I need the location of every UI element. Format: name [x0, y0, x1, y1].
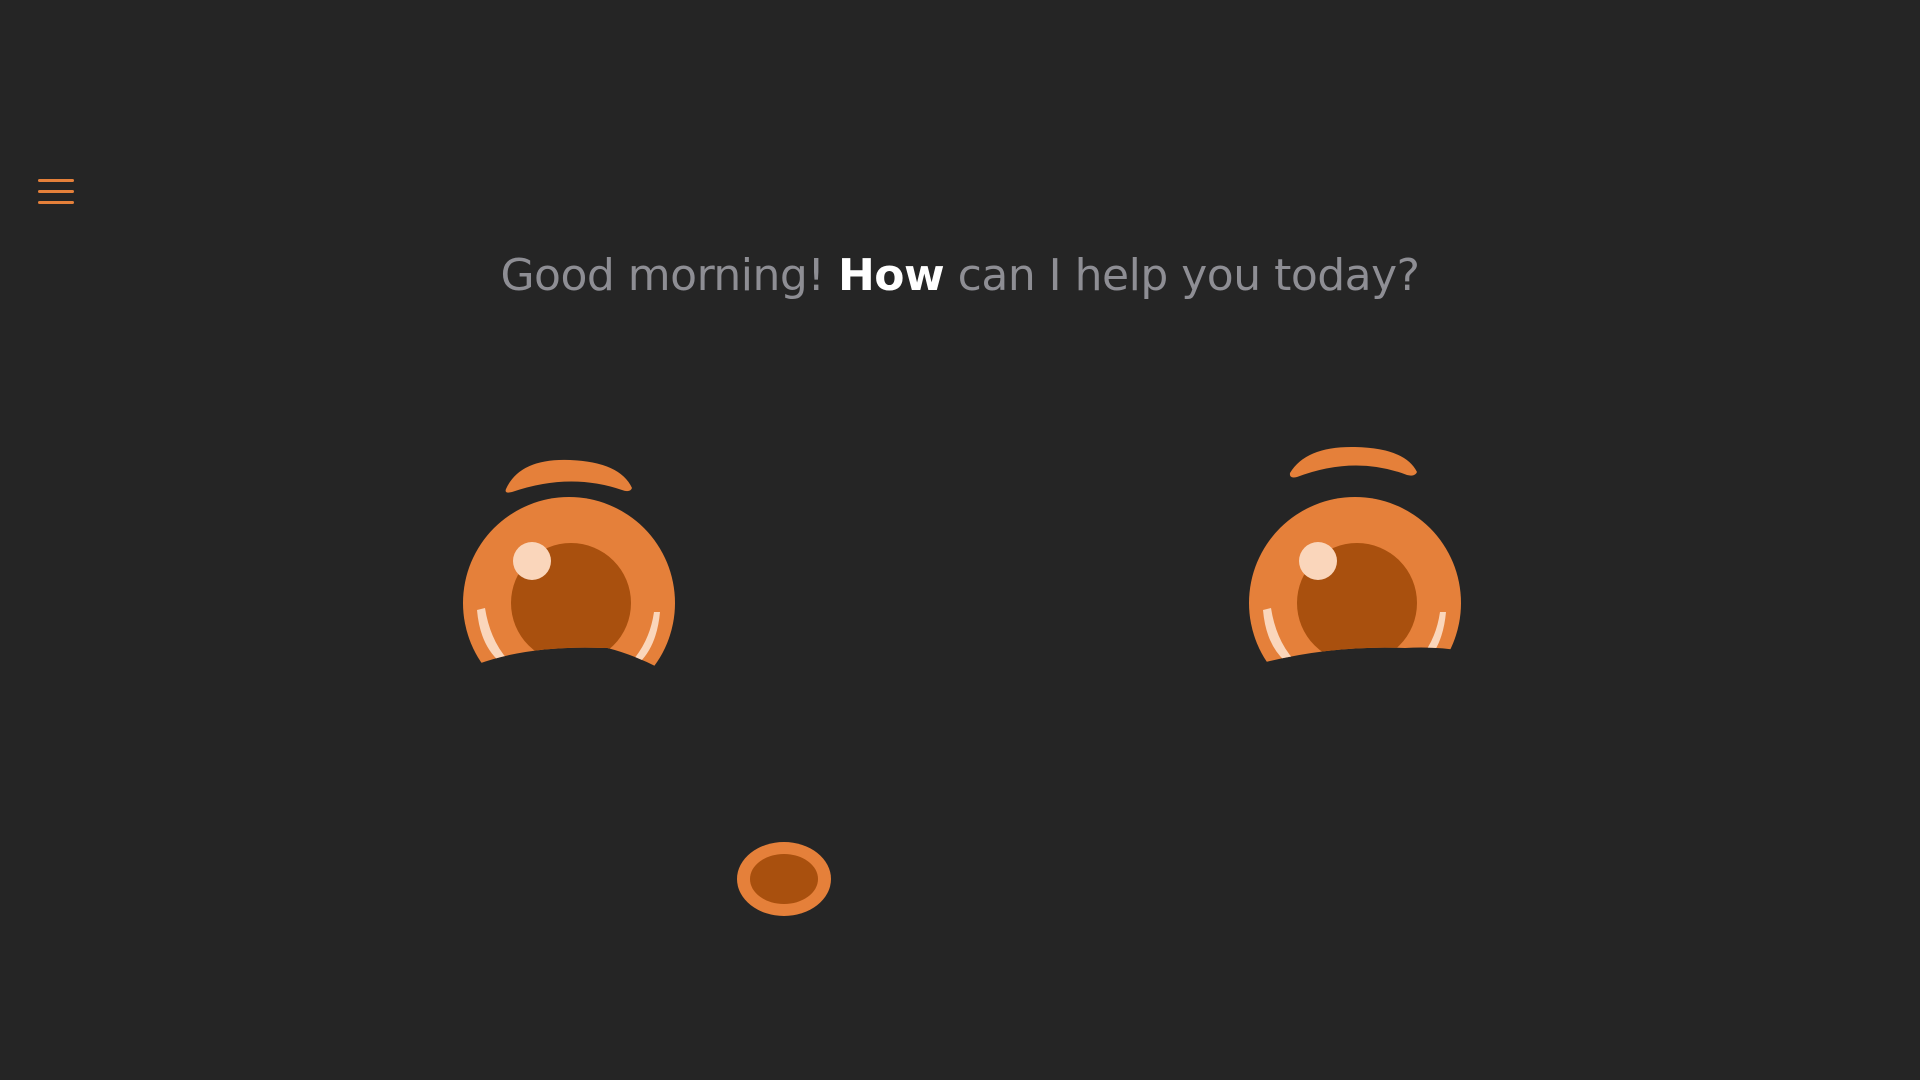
- hamburger-menu-icon: [38, 179, 74, 204]
- left-eye-highlight: [513, 542, 551, 580]
- right-eyebrow-icon: [1289, 446, 1417, 478]
- greeting-heading: Good morning! How can I help you today?: [0, 250, 1920, 301]
- left-eyebrow-icon: [505, 459, 632, 493]
- greeting-text-end: can I help you today?: [944, 250, 1420, 301]
- mouth-icon: [737, 842, 831, 916]
- greeting-text: Good morning!: [500, 250, 838, 301]
- left-eye-icon: [463, 497, 675, 680]
- greeting-highlight-word: How: [837, 250, 945, 301]
- right-eye-icon: [1249, 497, 1461, 670]
- assistant-mascot-face: [463, 446, 1461, 916]
- right-eye-highlight: [1299, 542, 1337, 580]
- menu-button[interactable]: [32, 172, 80, 212]
